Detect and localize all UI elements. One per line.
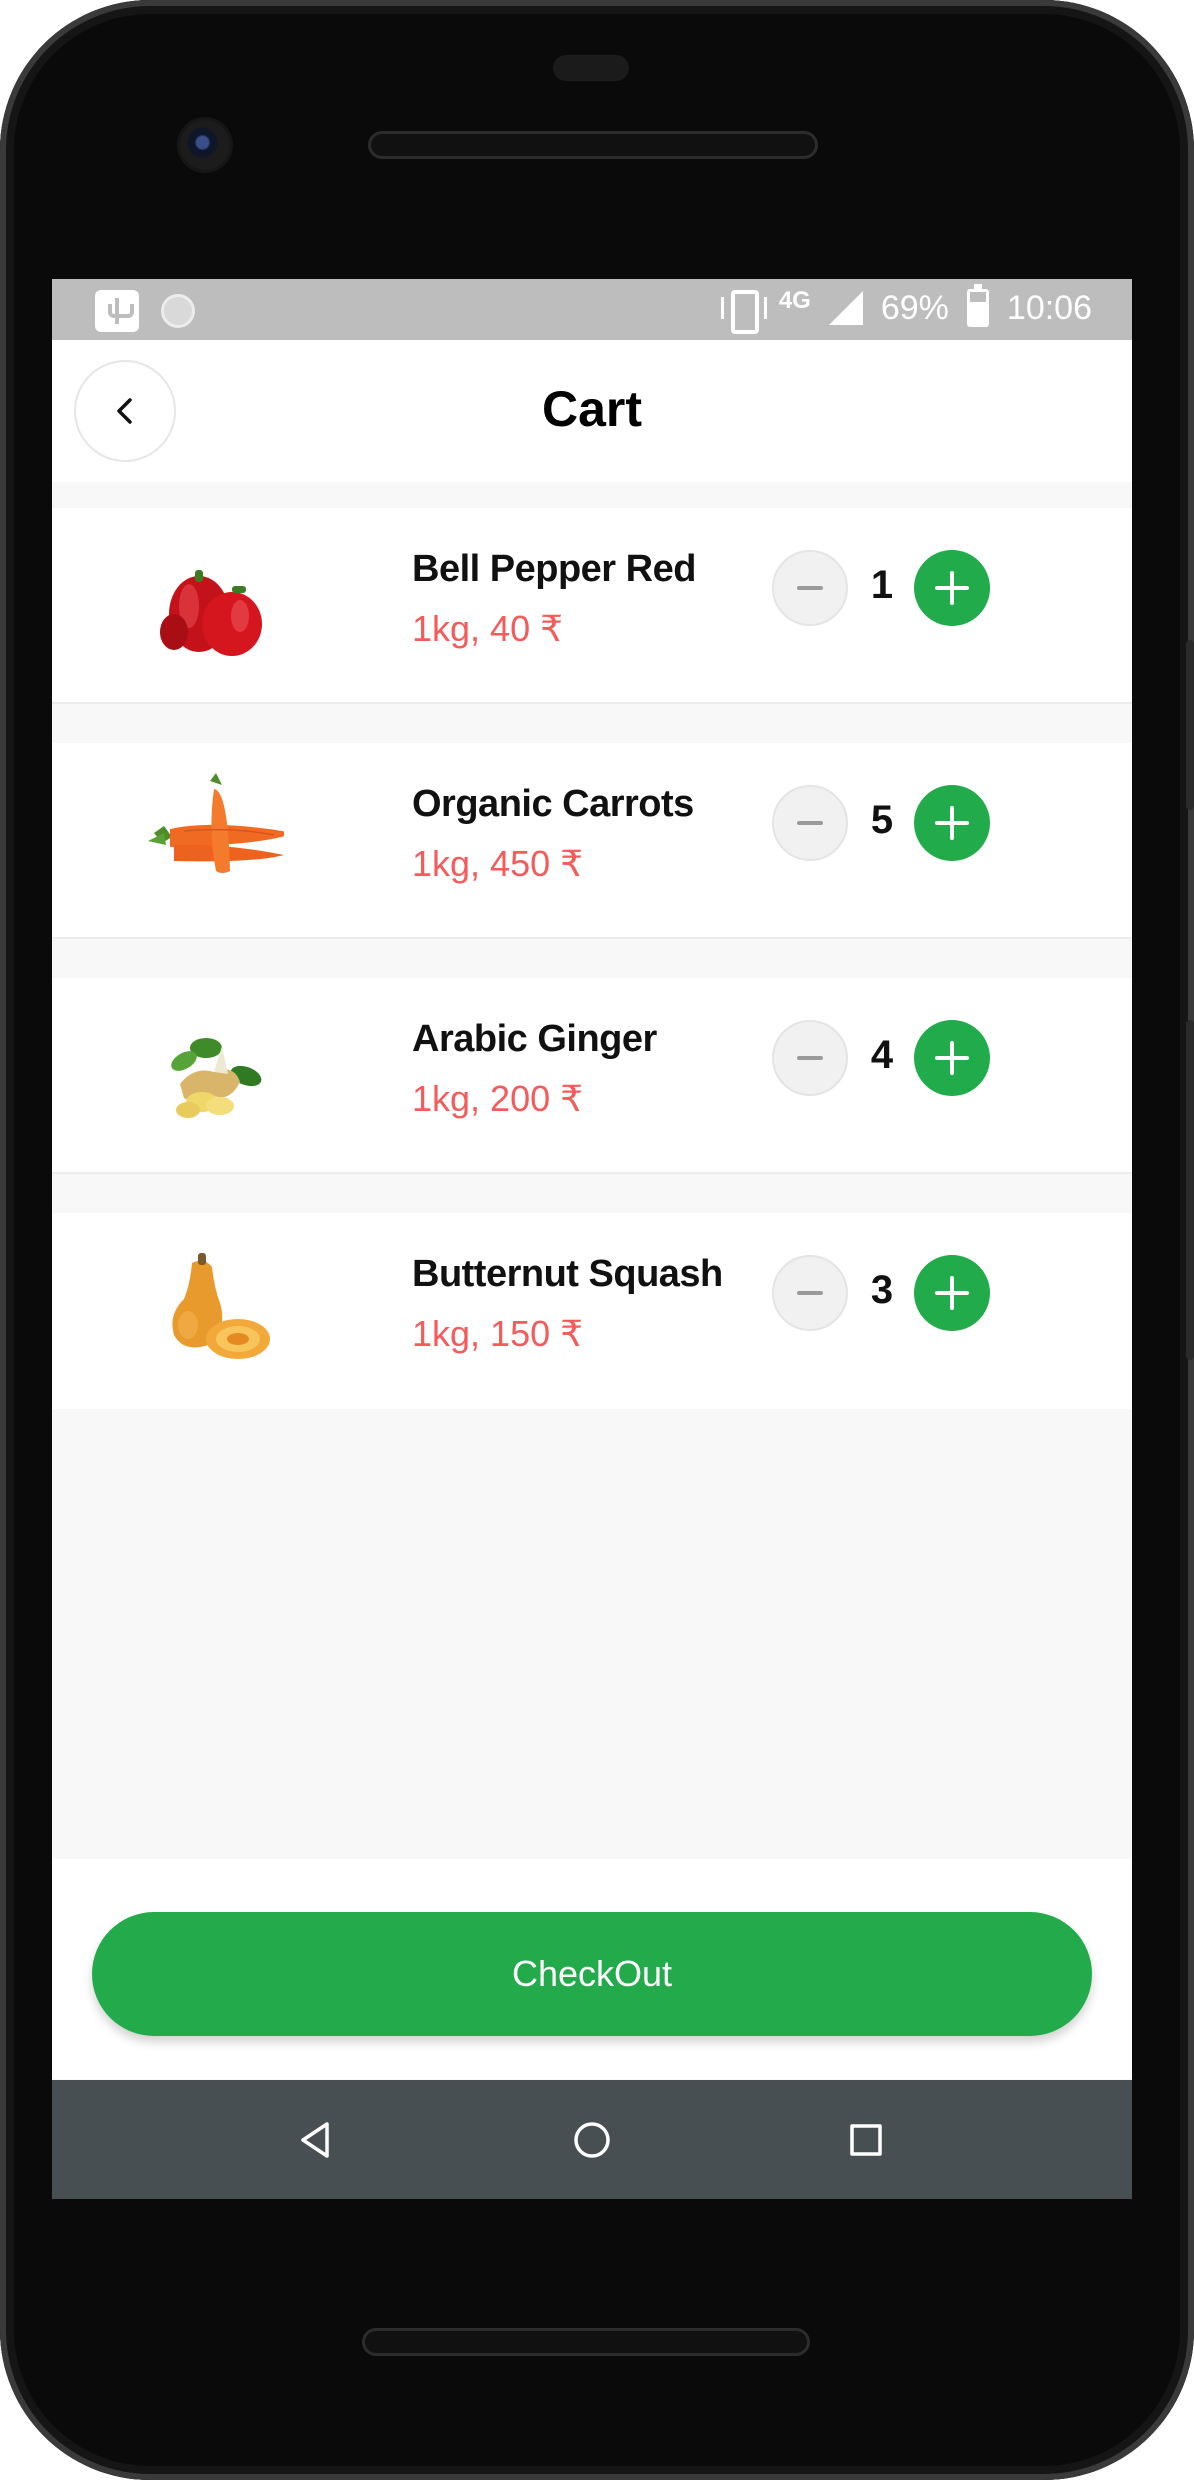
item-price: 1kg, 40 ₹ [412, 608, 563, 649]
plus-icon [935, 806, 969, 840]
minus-icon [797, 1056, 823, 1060]
nav-back-button[interactable] [285, 2108, 349, 2172]
item-name: Organic Carrots [412, 783, 694, 825]
app-screen: 4G 69% 10:06 Cart Bell Pepper Red 1kg, 4… [52, 279, 1132, 2199]
bell-pepper-image [160, 570, 262, 656]
volume-rocker [1186, 1020, 1194, 1360]
increase-quantity-button[interactable] [914, 1255, 990, 1331]
minus-icon [797, 586, 823, 590]
quantity-value: 5 [870, 798, 894, 842]
increase-quantity-button[interactable] [914, 550, 990, 626]
clock: 10:06 [1006, 288, 1092, 327]
power-button [1186, 640, 1194, 810]
quantity-value: 4 [870, 1033, 894, 1077]
bottom-speaker-grille [362, 2328, 810, 2356]
quantity-value: 1 [870, 563, 894, 607]
signal-icon [828, 291, 863, 325]
cart-list: Bell Pepper Red 1kg, 40 ₹ 1 Organic Carr… [52, 508, 1132, 1448]
app-header: Cart [52, 340, 1132, 482]
system-nav-bar [52, 2080, 1132, 2199]
back-triangle-icon [301, 2122, 329, 2158]
phone-frame: 4G 69% 10:06 Cart Bell Pepper Red 1kg, 4… [0, 0, 1194, 2480]
carrots-image [148, 773, 284, 873]
item-price: 1kg, 450 ₹ [412, 843, 584, 884]
item-name: Bell Pepper Red [412, 548, 696, 590]
front-camera [180, 120, 230, 170]
item-price: 1kg, 200 ₹ [412, 1078, 584, 1119]
item-name: Butternut Squash [412, 1253, 723, 1295]
cart-item: Butternut Squash 1kg, 150 ₹ 3 [52, 1213, 1132, 1409]
network-type: 4G [778, 287, 811, 314]
decrease-quantity-button[interactable] [772, 550, 848, 626]
plus-icon [935, 571, 969, 605]
minus-icon [797, 821, 823, 825]
squash-image [172, 1253, 270, 1359]
cart-item: Organic Carrots 1kg, 450 ₹ 5 [52, 743, 1132, 939]
decrease-quantity-button[interactable] [772, 785, 848, 861]
sync-dot-icon [161, 294, 195, 328]
increase-quantity-button[interactable] [914, 785, 990, 861]
battery-percent: 69% [880, 288, 949, 327]
plus-icon [935, 1041, 969, 1075]
minus-icon [797, 1291, 823, 1295]
home-circle-icon [574, 2122, 610, 2158]
vibrate-icon [720, 287, 767, 334]
plus-icon [935, 1276, 969, 1310]
quantity-value: 3 [870, 1268, 894, 1312]
page-title: Cart [541, 381, 643, 437]
cart-item: Bell Pepper Red 1kg, 40 ₹ 1 [52, 508, 1132, 704]
item-name: Arabic Ginger [412, 1018, 657, 1060]
status-bar: 4G 69% 10:06 [52, 279, 1132, 340]
battery-icon [966, 284, 989, 327]
decrease-quantity-button[interactable] [772, 1255, 848, 1331]
earpiece [553, 55, 629, 81]
top-speaker-grille [368, 131, 818, 159]
cart-item: Arabic Ginger 1kg, 200 ₹ 4 [52, 978, 1132, 1174]
nav-recents-button[interactable] [834, 2108, 898, 2172]
ginger-image [171, 1038, 262, 1118]
increase-quantity-button[interactable] [914, 1020, 990, 1096]
nav-home-button[interactable] [560, 2108, 624, 2172]
decrease-quantity-button[interactable] [772, 1020, 848, 1096]
checkout-button[interactable]: CheckOut [92, 1912, 1092, 2036]
usb-icon [95, 290, 139, 332]
recents-square-icon [850, 2124, 882, 2156]
item-price: 1kg, 150 ₹ [412, 1313, 584, 1354]
